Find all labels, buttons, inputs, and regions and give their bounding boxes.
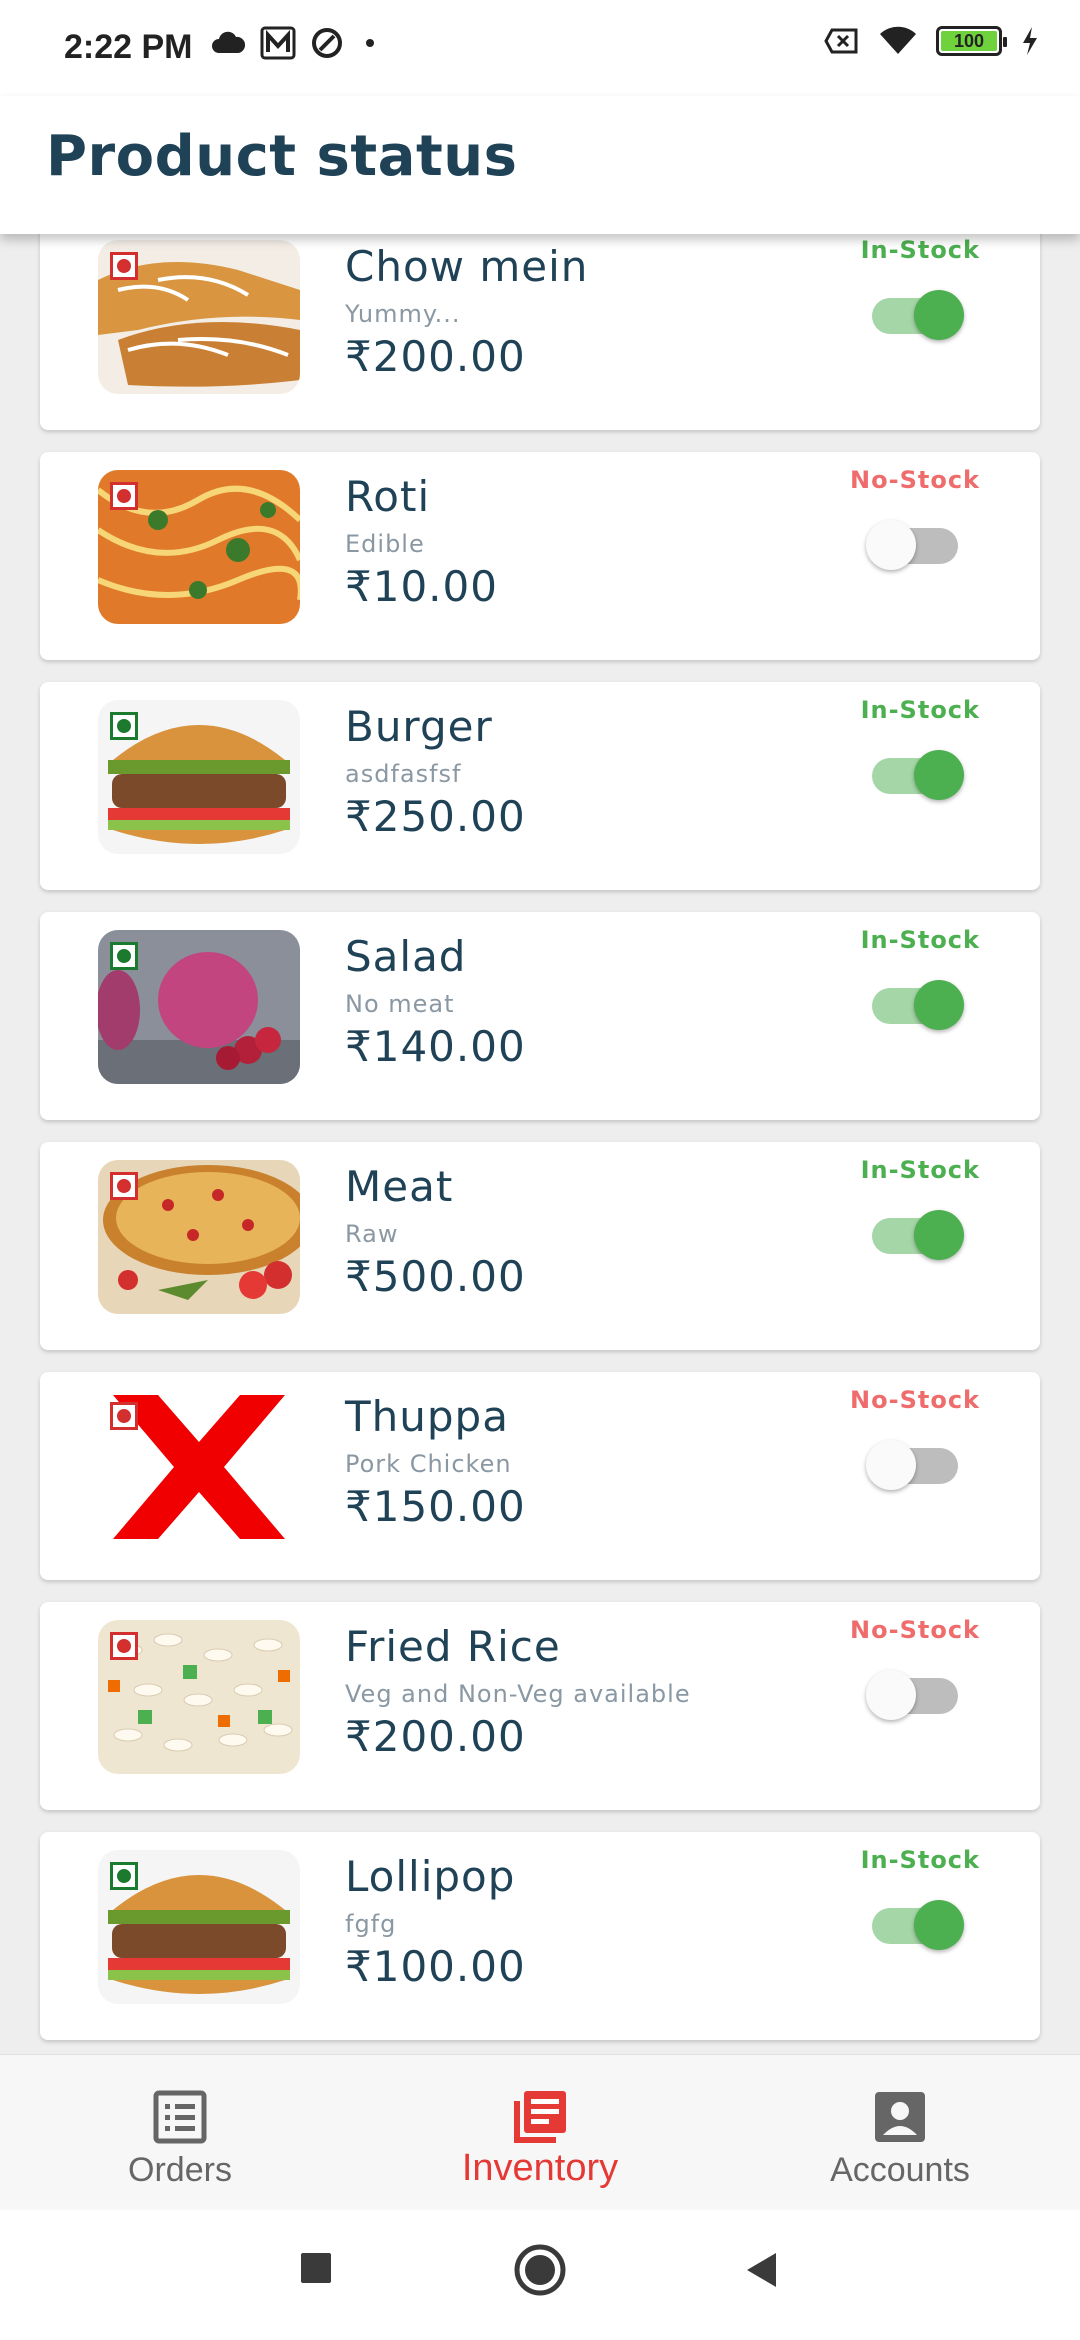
product-card[interactable]: Chow mein Yummy... ₹200.00 In-Stock: [40, 234, 1040, 430]
veg-indicator: [110, 1862, 138, 1890]
non-veg-indicator: [110, 1172, 138, 1200]
non-veg-indicator: [110, 252, 138, 280]
stock-status: No-Stock: [850, 1616, 980, 1644]
stock-status: In-Stock: [860, 1846, 980, 1874]
non-veg-indicator: [110, 1632, 138, 1660]
product-price: ₹250.00: [345, 792, 526, 841]
status-bar: 2:22 PM 100: [0, 0, 1080, 96]
product-price: ₹200.00: [345, 1712, 526, 1761]
nav-accounts[interactable]: Accounts: [720, 2055, 1080, 2211]
stock-toggle[interactable]: [872, 980, 964, 1030]
battery-level: 100: [941, 31, 997, 51]
product-name: Chow mein: [345, 242, 589, 291]
product-price: ₹140.00: [345, 1022, 526, 1071]
product-name: Thuppa: [345, 1392, 509, 1441]
home-button[interactable]: [512, 2242, 568, 2298]
stock-status: No-Stock: [850, 1386, 980, 1414]
stock-status: In-Stock: [860, 926, 980, 954]
list-icon: [153, 2090, 207, 2144]
product-image: [98, 1850, 300, 2004]
nav-inventory[interactable]: Inventory: [360, 2055, 720, 2211]
stock-status: No-Stock: [850, 466, 980, 494]
battery-icon: 100: [936, 26, 1007, 56]
sim-off-icon: [824, 28, 858, 54]
product-card[interactable]: Salad No meat ₹140.00 In-Stock: [40, 912, 1040, 1120]
product-description: Raw: [345, 1220, 399, 1248]
product-description: asdfasfsf: [345, 760, 462, 788]
recents-button[interactable]: [298, 2250, 334, 2286]
back-button[interactable]: [742, 2250, 782, 2290]
product-description: Yummy...: [345, 300, 461, 328]
product-name: Fried Rice: [345, 1622, 561, 1671]
product-description: Edible: [345, 530, 425, 558]
product-image: [98, 930, 300, 1084]
non-veg-indicator: [110, 1402, 138, 1430]
status-icons-left: [210, 26, 382, 60]
no-disturb-icon: [312, 28, 342, 58]
nav-label-accounts: Accounts: [830, 2151, 970, 2189]
product-description: Veg and Non-Veg available: [345, 1680, 691, 1708]
product-image: [98, 1390, 300, 1544]
product-price: ₹500.00: [345, 1252, 526, 1301]
product-description: No meat: [345, 990, 455, 1018]
m-icon: [260, 26, 296, 60]
product-price: ₹10.00: [345, 562, 498, 611]
product-card[interactable]: Roti Edible ₹10.00 No-Stock: [40, 452, 1040, 660]
status-time: 2:22 PM: [64, 28, 193, 66]
product-card[interactable]: Lollipop fgfg ₹100.00 In-Stock: [40, 1832, 1040, 2040]
product-image: [98, 1620, 300, 1774]
charging-icon: [1023, 27, 1037, 55]
stock-status: In-Stock: [860, 236, 980, 264]
veg-indicator: [110, 712, 138, 740]
dot-icon: [366, 39, 374, 47]
veg-indicator: [110, 942, 138, 970]
stock-status: In-Stock: [860, 1156, 980, 1184]
product-card[interactable]: Thuppa Pork Chicken ₹150.00 No-Stock: [40, 1372, 1040, 1580]
product-name: Lollipop: [345, 1852, 516, 1901]
account-icon: [875, 2092, 925, 2142]
product-name: Meat: [345, 1162, 454, 1211]
product-image: [98, 1160, 300, 1314]
product-list[interactable]: Chow mein Yummy... ₹200.00 In-Stock Roti…: [0, 234, 1080, 2054]
product-name: Burger: [345, 702, 493, 751]
product-price: ₹150.00: [345, 1482, 526, 1531]
cloud-icon: [212, 31, 246, 53]
product-description: fgfg: [345, 1910, 397, 1938]
product-description: Pork Chicken: [345, 1450, 512, 1478]
stock-toggle[interactable]: [872, 1210, 964, 1260]
product-image: [98, 700, 300, 854]
stock-toggle[interactable]: [872, 1900, 964, 1950]
wifi-icon: [880, 26, 916, 54]
stock-toggle[interactable]: [866, 1440, 958, 1490]
product-price: ₹100.00: [345, 1942, 526, 1991]
nav-label-orders: Orders: [128, 2151, 232, 2189]
non-veg-indicator: [110, 482, 138, 510]
product-image: [98, 240, 300, 394]
product-name: Salad: [345, 932, 467, 981]
product-card[interactable]: Burger asdfasfsf ₹250.00 In-Stock: [40, 682, 1040, 890]
product-price: ₹200.00: [345, 332, 526, 381]
product-name: Roti: [345, 472, 431, 521]
page-title: Product status: [46, 124, 518, 189]
nav-orders[interactable]: Orders: [0, 2055, 360, 2211]
product-card[interactable]: Meat Raw ₹500.00 In-Stock: [40, 1142, 1040, 1350]
product-card[interactable]: Fried Rice Veg and Non-Veg available ₹20…: [40, 1602, 1040, 1810]
inventory-icon: [514, 2091, 566, 2143]
nav-label-inventory: Inventory: [461, 2147, 619, 2189]
system-navigation-bar: [0, 2210, 1080, 2340]
status-icons-right: 100: [824, 26, 1040, 56]
stock-toggle[interactable]: [872, 290, 964, 340]
product-image: [98, 470, 300, 624]
stock-toggle[interactable]: [866, 1670, 958, 1720]
bottom-navigation: Orders Inventory Accounts: [0, 2054, 1080, 2210]
stock-toggle[interactable]: [872, 750, 964, 800]
stock-status: In-Stock: [860, 696, 980, 724]
stock-toggle[interactable]: [866, 520, 958, 570]
app-bar: Product status: [0, 96, 1080, 234]
